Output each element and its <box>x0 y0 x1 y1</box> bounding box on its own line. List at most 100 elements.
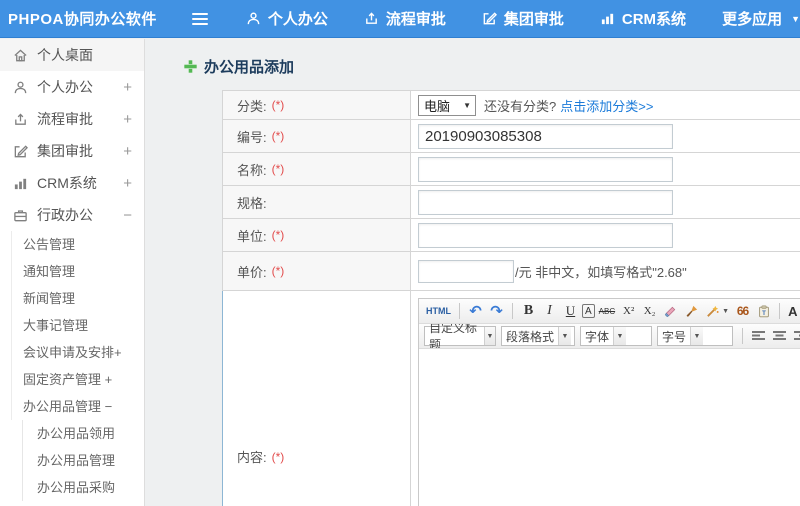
undo-icon[interactable]: ↶ <box>466 301 485 321</box>
caret-down-icon: ▼ <box>690 327 704 345</box>
sidebar-item-crm-system[interactable]: CRM系统 + <box>0 167 144 199</box>
caret-down-icon: ▼ <box>613 327 627 345</box>
collapse-minus-icon[interactable]: − <box>123 207 132 224</box>
flow-icon <box>13 112 28 127</box>
expand-plus-icon[interactable]: + <box>123 79 132 96</box>
admin-office-submenu: 公告管理 通知管理 新闻管理 大事记管理 会议申请及安排+ 固定资产管理 + 办… <box>11 231 144 420</box>
expand-plus-icon[interactable]: + <box>123 111 132 128</box>
paste-text-icon[interactable]: T <box>754 301 773 321</box>
sidebar-subitem-supplies-purchase[interactable]: 办公用品采购 <box>23 474 144 501</box>
name-label: 名称: (*) <box>223 153 411 185</box>
font-color-button[interactable]: A▼ <box>786 301 800 321</box>
required-mark: (*) <box>271 449 285 464</box>
align-right-icon[interactable] <box>791 326 800 346</box>
redo-icon[interactable]: ↷ <box>487 301 506 321</box>
superscript-button[interactable]: X² <box>619 301 638 321</box>
expand-plus-icon[interactable]: + <box>123 143 132 160</box>
html-source-button[interactable]: HTML <box>424 301 453 321</box>
supplies-add-form: 分类: (*) 电脑 ▼ 还没有分类? 点击添加分类>> 编号: (*) 201… <box>222 90 800 506</box>
price-input[interactable] <box>418 259 514 283</box>
chart-icon <box>600 11 615 26</box>
sidebar-subitem-news[interactable]: 新闻管理 <box>12 285 144 312</box>
sidebar-subitem-fixed-assets[interactable]: 固定资产管理 + <box>12 366 144 393</box>
nav-personal-office[interactable]: 个人办公 <box>246 8 328 29</box>
blockquote-button[interactable]: 66 <box>733 301 752 321</box>
spec-label: 规格: <box>223 186 411 218</box>
form-row-category: 分类: (*) 电脑 ▼ 还没有分类? 点击添加分类>> <box>222 91 800 120</box>
caret-down-icon: ▼ <box>791 13 800 24</box>
underline-button[interactable]: U <box>561 301 580 321</box>
subscript-button[interactable]: X₂ <box>640 301 659 321</box>
sidebar-item-admin-office[interactable]: 行政办公 − <box>0 199 144 231</box>
sidebar-item-workflow-approval[interactable]: 流程审批 + <box>0 103 144 135</box>
caret-down-icon: ▼ <box>558 327 572 345</box>
flow-icon <box>364 11 379 26</box>
quick-format-wand-icon[interactable]: ▼ <box>703 301 731 321</box>
editor-content-area[interactable] <box>419 349 800 506</box>
content-label: 内容: (*) <box>223 291 411 506</box>
font-family-select[interactable]: 字体 ▼ <box>580 326 652 346</box>
align-center-icon[interactable] <box>770 326 789 346</box>
sidebar-item-group-approval[interactable]: 集团审批 + <box>0 135 144 167</box>
paragraph-format-select[interactable]: 段落格式 ▼ <box>501 326 575 346</box>
align-left-icon[interactable] <box>749 326 768 346</box>
briefcase-icon <box>13 208 28 223</box>
font-size-select[interactable]: 字号 ▼ <box>657 326 733 346</box>
code-input[interactable] <box>418 123 673 149</box>
user-icon <box>246 11 261 26</box>
sidebar-subitem-supplies-claim[interactable]: 办公用品领用 <box>23 420 144 447</box>
app-window: PHPOA协同办公软件 个人办公 流程审批 集团审批 CRM系统 更多应用 ▼ … <box>0 0 800 506</box>
required-mark: (*) <box>271 129 285 143</box>
editor-toolbar-row2: 自定义标题 ▼ 段落格式 ▼ 字体 ▼ 字号 ▼ <box>419 324 800 349</box>
rich-text-editor: HTML ↶ ↷ B I U A ABC X² X₂ ▼ 66 T A 自定义标… <box>418 298 800 506</box>
top-navigation: 个人办公 流程审批 集团审批 CRM系统 更多应用 ▼ <box>246 8 800 29</box>
form-row-content: 内容: (*) HTML ↶ ↷ B I U A ABC X² X₂ ▼ 66 … <box>222 291 800 506</box>
topbar: PHPOA协同办公软件 个人办公 流程审批 集团审批 CRM系统 更多应用 ▼ <box>0 0 800 38</box>
category-hint: 还没有分类? <box>484 98 557 114</box>
expand-plus-icon[interactable]: + <box>123 175 132 192</box>
sidebar-item-desktop[interactable]: 个人桌面 <box>0 39 144 71</box>
add-category-link[interactable]: 点击添加分类>> <box>560 96 653 115</box>
caret-down-icon: ▼ <box>722 307 730 315</box>
form-row-unit: 单位: (*) <box>222 219 800 252</box>
app-logo: PHPOA协同办公软件 <box>8 11 157 28</box>
svg-text:T: T <box>762 310 766 317</box>
nav-more-apps[interactable]: 更多应用 ▼ <box>722 8 800 29</box>
autotypeset-button[interactable]: A <box>582 304 595 318</box>
required-mark: (*) <box>271 162 285 176</box>
strikethrough-button[interactable]: ABC <box>597 301 617 321</box>
hamburger-menu-icon[interactable] <box>191 12 208 25</box>
eraser-icon[interactable] <box>661 301 680 321</box>
chart-icon <box>13 176 28 191</box>
sidebar-item-personal-office[interactable]: 个人办公 + <box>0 71 144 103</box>
category-label: 分类: (*) <box>223 91 411 119</box>
nav-crm-system[interactable]: CRM系统 <box>600 8 686 29</box>
category-select[interactable]: 电脑 ▼ <box>418 94 476 116</box>
unit-label: 单位: (*) <box>223 219 411 251</box>
user-icon <box>13 80 28 95</box>
custom-title-select[interactable]: 自定义标题 ▼ <box>424 324 496 348</box>
edit-icon <box>13 144 28 159</box>
sidebar: 个人桌面 个人办公 + 流程审批 + 集团审批 + CRM系统 + 行政办公 −… <box>0 39 145 506</box>
bold-button[interactable]: B <box>519 301 538 321</box>
sidebar-subitem-announcement[interactable]: 公告管理 <box>12 231 144 258</box>
editor-toolbar-row1: HTML ↶ ↷ B I U A ABC X² X₂ ▼ 66 T A <box>419 299 800 324</box>
sidebar-subitem-meeting[interactable]: 会议申请及安排+ <box>12 339 144 366</box>
page-title: 办公用品添加 <box>184 56 800 77</box>
sidebar-subitem-notice[interactable]: 通知管理 <box>12 258 144 285</box>
sidebar-subitem-events[interactable]: 大事记管理 <box>12 312 144 339</box>
spec-input[interactable] <box>418 189 673 215</box>
nav-workflow-approval[interactable]: 流程审批 <box>364 8 446 29</box>
format-brush-icon[interactable] <box>682 301 701 321</box>
sidebar-subitem-supplies-manage[interactable]: 办公用品管理 <box>23 447 144 474</box>
office-supplies-submenu: 办公用品领用 办公用品管理 办公用品采购 <box>22 420 144 501</box>
edit-icon <box>482 11 497 26</box>
sidebar-subitem-office-supplies[interactable]: 办公用品管理 − <box>12 393 144 420</box>
caret-down-icon: ▼ <box>483 327 495 345</box>
add-plus-icon <box>184 60 197 73</box>
italic-button[interactable]: I <box>540 301 559 321</box>
unit-input[interactable] <box>418 222 673 248</box>
name-input[interactable] <box>418 156 673 182</box>
code-label: 编号: (*) <box>223 120 411 152</box>
nav-group-approval[interactable]: 集团审批 <box>482 8 564 29</box>
